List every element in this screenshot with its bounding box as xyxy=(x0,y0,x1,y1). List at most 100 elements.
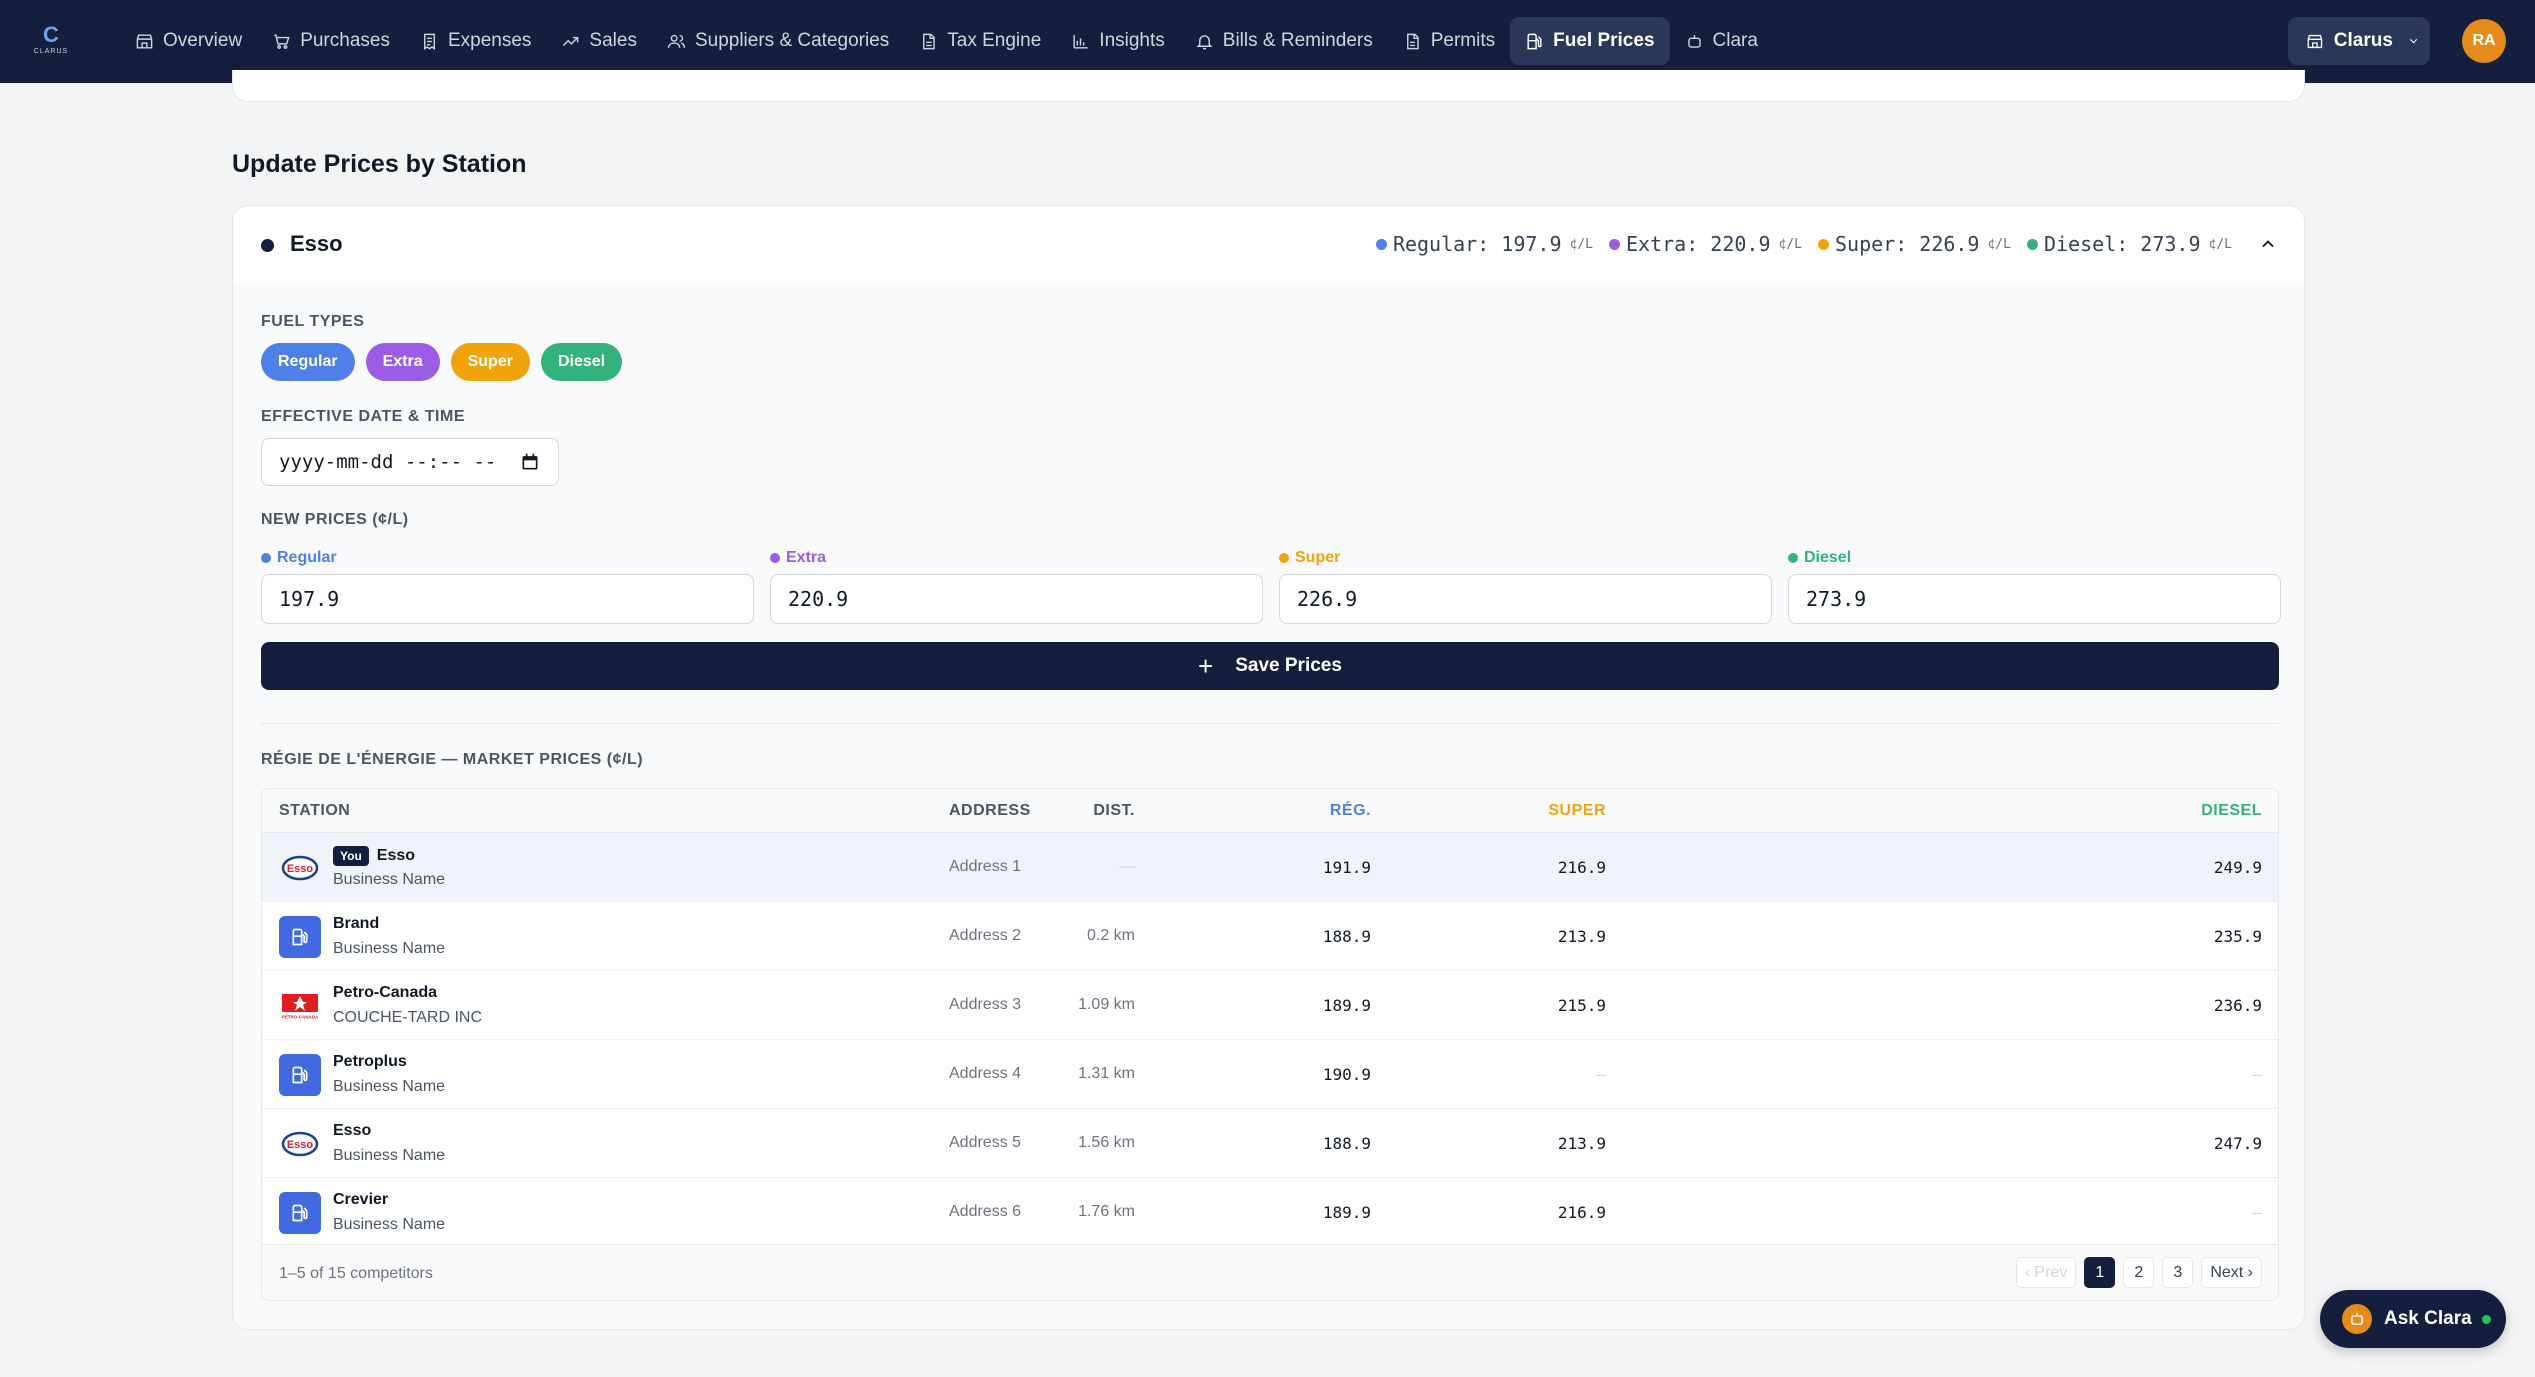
you-badge: You xyxy=(333,846,369,866)
th-diesel: DIESEL xyxy=(2201,802,2262,819)
brand-text: Brand xyxy=(333,915,380,932)
brand-text: Crevier xyxy=(333,1191,389,1208)
svg-text:PETRO-CANADA: PETRO-CANADA xyxy=(282,1015,319,1020)
svg-text:Esso: Esso xyxy=(287,1139,314,1151)
fuel-chip-diesel[interactable]: Diesel xyxy=(540,343,623,381)
fuel-chip-regular[interactable]: Regular xyxy=(261,343,355,381)
th-super: SUPER xyxy=(1548,802,1606,819)
price-super: 215.9 xyxy=(1557,996,1606,1015)
table-row[interactable]: PETRO-CANADA Petro-Canada COUCHE-TARD IN… xyxy=(262,971,2278,1040)
previous-card-edge xyxy=(232,70,2305,102)
receipt-icon xyxy=(424,33,435,50)
station-card: Esso Regular: 197.9 ¢/L Extra: 220.9 ¢/L Sup… xyxy=(232,205,2305,1330)
price-super: 216.9 xyxy=(1557,858,1606,877)
fuel-color-dot xyxy=(1788,553,1798,563)
svg-text:Esso: Esso xyxy=(287,863,314,875)
fuel-color-dot xyxy=(2026,238,2038,250)
price-label-text: Extra xyxy=(786,549,827,566)
price-input-extra[interactable]: 220.9 xyxy=(770,574,1263,624)
nav-item-expenses[interactable]: Expenses xyxy=(405,17,546,65)
fuel-chip-super[interactable]: Super xyxy=(450,343,530,381)
fuel-chip-extra[interactable]: Extra xyxy=(365,343,440,381)
price-field-super: Super 226.9 xyxy=(1279,548,1772,624)
price-summary: Regular: 197.9 ¢/L Extra: 220.9 ¢/L Super: 2… xyxy=(1375,232,2232,256)
org-name: Clarus xyxy=(2333,30,2393,51)
price-regular: 190.9 xyxy=(1322,1065,1371,1084)
section-title: Update Prices by Station xyxy=(232,150,527,178)
ask-clara-button[interactable]: Ask Clara xyxy=(2320,1290,2506,1348)
station-brand: You Esso xyxy=(333,846,415,866)
effective-date-input[interactable]: yyyy-mm-dd --:-- -- xyxy=(261,438,559,486)
page-1-button[interactable]: 1 xyxy=(2084,1257,2116,1288)
plus-icon: + xyxy=(1198,651,1214,681)
price-input-diesel[interactable]: 273.9 xyxy=(1788,574,2281,624)
save-prices-button[interactable]: + Save Prices xyxy=(261,642,2279,690)
fuel-color-dot xyxy=(1609,238,1620,250)
prev-page-button[interactable]: ‹ Prev xyxy=(2015,1257,2077,1288)
market-prices-title: RÉGIE DE L'ÉNERGIE — MARKET PRICES (¢/L) xyxy=(261,751,644,768)
bar-chart-icon xyxy=(1073,34,1088,49)
station-brand: Crevier xyxy=(333,1191,388,1209)
nav-item-tax-engine[interactable]: Tax Engine xyxy=(904,17,1056,65)
station-logo: PETRO-CANADA xyxy=(279,985,321,1027)
nav-item-sales[interactable]: Sales xyxy=(546,17,652,65)
nav-item-label: Bills & Reminders xyxy=(1222,30,1373,51)
table-row[interactable]: Brand Business Name Address 2 0.2 km 188… xyxy=(262,902,2278,971)
nav-item-permits[interactable]: Permits xyxy=(1388,17,1510,65)
chevron-up-icon[interactable] xyxy=(2258,234,2278,254)
calendar-icon[interactable] xyxy=(520,452,540,472)
market-prices-table: STATION ADDRESS DIST. RÉG. SUPER DIESEL … xyxy=(261,788,2279,1301)
price-diesel: 236.9 xyxy=(2213,996,2262,1015)
station-brand: Petro-Canada xyxy=(333,984,437,1002)
price-value: 273.9 xyxy=(1806,587,1867,611)
table-row[interactable]: Esso You Esso Business Name Address 1 — 1… xyxy=(262,833,2278,902)
user-avatar[interactable]: RA xyxy=(2462,19,2506,63)
summary-unit: ¢/L xyxy=(2208,236,2232,252)
file-icon xyxy=(1406,33,1419,49)
summary-text: Regular: 197.9 xyxy=(1392,232,1562,256)
nav-item-label: Purchases xyxy=(300,30,390,51)
next-page-button[interactable]: Next › xyxy=(2201,1257,2262,1288)
price-super: 216.9 xyxy=(1557,1203,1606,1222)
price-diesel: — xyxy=(2252,1065,2262,1084)
table-row[interactable]: Crevier Business Name Address 6 1.76 km … xyxy=(262,1178,2278,1247)
clarus-logo[interactable]: C CLARUS xyxy=(34,24,68,58)
station-address: Address 2 xyxy=(949,927,1022,944)
nav-item-label: Suppliers & Categories xyxy=(694,30,890,51)
nav-item-suppliers-categories[interactable]: Suppliers & Categories xyxy=(652,17,904,65)
nav-item-purchases[interactable]: Purchases xyxy=(257,17,405,65)
fuel-color-dot xyxy=(1817,238,1829,250)
price-label-text: Super xyxy=(1295,549,1341,566)
nav-item-insights[interactable]: Insights xyxy=(1056,17,1179,65)
page-3-button[interactable]: 3 xyxy=(2162,1257,2194,1288)
page-2-button[interactable]: 2 xyxy=(2123,1257,2155,1288)
nav-item-label: Clara xyxy=(1712,30,1758,51)
nav-item-fuel-prices[interactable]: Fuel Prices xyxy=(1510,17,1670,65)
price-input-super[interactable]: 226.9 xyxy=(1279,574,1772,624)
th-address: ADDRESS xyxy=(949,802,1031,819)
table-row[interactable]: Petroplus Business Name Address 4 1.31 k… xyxy=(262,1040,2278,1109)
table-row[interactable]: Esso Esso Business Name Address 5 1.56 k… xyxy=(262,1109,2278,1178)
summary-unit: ¢/L xyxy=(1778,236,1802,252)
price-regular: 189.9 xyxy=(1322,1203,1371,1222)
brand-text: Petroplus xyxy=(333,1053,407,1070)
price-input-regular[interactable]: 197.9 xyxy=(261,574,754,624)
org-switcher[interactable]: Clarus xyxy=(2288,17,2430,65)
fuel-types-label: FUEL TYPES xyxy=(261,313,365,330)
bell-icon xyxy=(1196,34,1213,49)
nav-item-label: Fuel Prices xyxy=(1553,30,1655,51)
fuel-color-dot xyxy=(770,553,780,563)
summary-unit: ¢/L xyxy=(1569,236,1593,252)
nav-item-overview[interactable]: Overview xyxy=(120,17,257,65)
nav-item-clara[interactable]: Clara xyxy=(1670,17,1773,65)
station-brand: Brand xyxy=(333,915,379,933)
station-card-header[interactable]: Esso Regular: 197.9 ¢/L Extra: 220.9 ¢/L Sup… xyxy=(233,206,2304,283)
ask-clara-label: Ask Clara xyxy=(2384,1308,2472,1329)
nav-item-bills-reminders[interactable]: Bills & Reminders xyxy=(1180,17,1388,65)
station-address: Address 1 xyxy=(949,858,1022,875)
price-value: 220.9 xyxy=(788,587,849,611)
station-distance: 1.76 km xyxy=(1078,1203,1135,1220)
online-status-dot xyxy=(2481,1314,2491,1324)
station-distance: 1.09 km xyxy=(1078,996,1135,1013)
price-label-text: Regular xyxy=(277,549,337,566)
